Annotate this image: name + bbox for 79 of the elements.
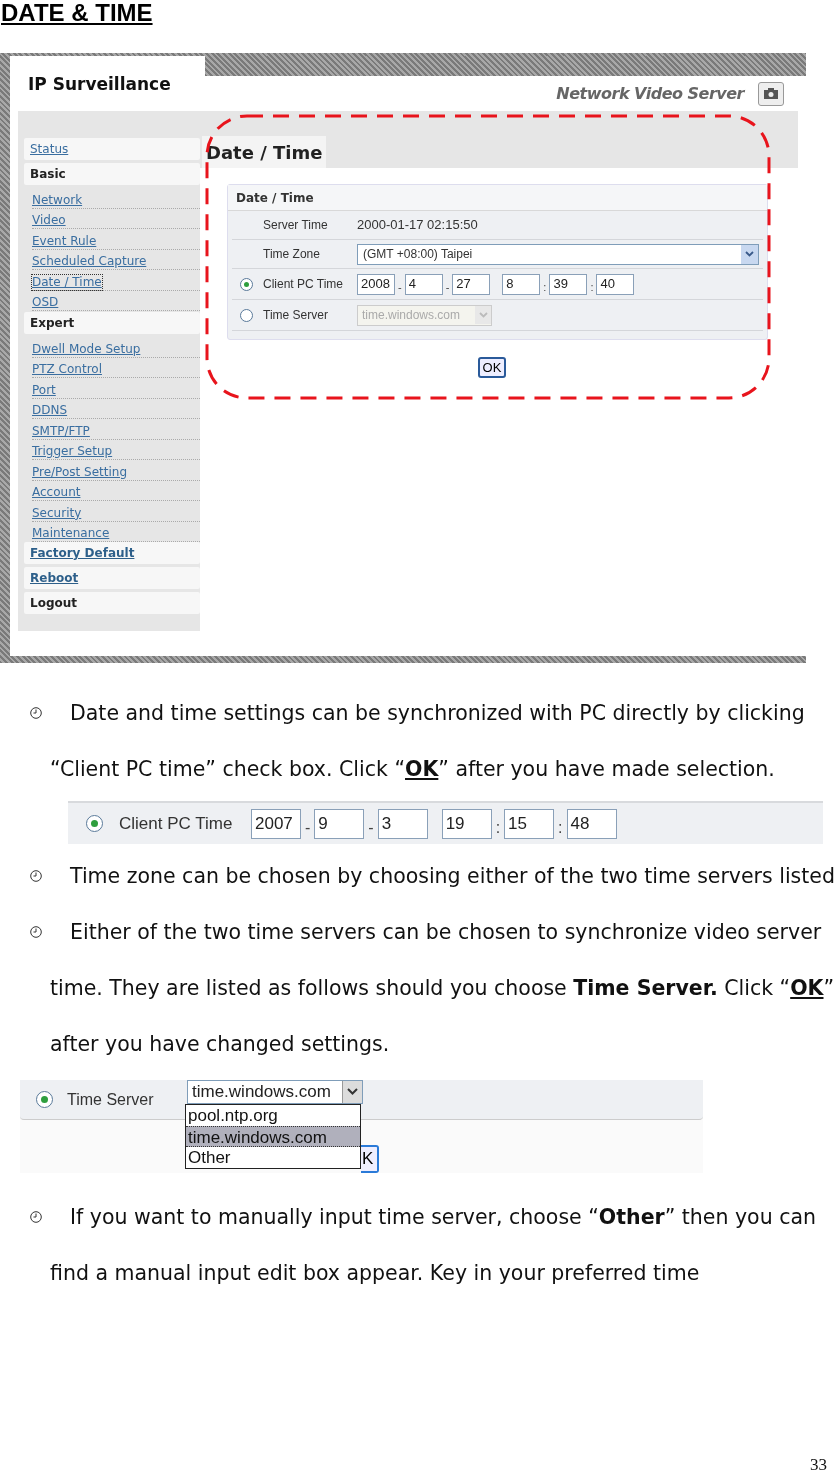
ok-button[interactable]: K [361, 1145, 380, 1173]
page-heading: DATE & TIME [0, 0, 153, 26]
time-input[interactable]: 2008 [357, 273, 395, 295]
product-name: Network Video Server [556, 82, 744, 105]
time-input[interactable]: 8 [502, 273, 541, 295]
bullet-paragraph: If you want to manually input time server, choose “Other” then you can find a manual input edit box appear. Key in your preferred time [50, 1204, 817, 1287]
menu-link[interactable]: SMTP/FTP [32, 423, 90, 439]
time-server-select[interactable]: time.windows.com [187, 1079, 363, 1104]
menu-link[interactable]: Pre/Post Setting [32, 464, 127, 480]
menu-link[interactable]: DDNS [32, 403, 68, 418]
time-input[interactable]: 48 [566, 808, 617, 839]
section-title: Date / Time [236, 189, 314, 207]
snapshot-button[interactable] [758, 81, 784, 106]
separator: - [368, 817, 374, 838]
menu-link[interactable]: Port [32, 382, 56, 398]
menu-header[interactable]: Expert [24, 312, 200, 334]
menu-item[interactable]: Reboot [24, 567, 200, 589]
menu-header[interactable]: Basic [24, 163, 200, 185]
menu-link[interactable]: Security [32, 505, 82, 521]
radio-label: Time Server [67, 1089, 155, 1110]
time-input[interactable]: 19 [441, 808, 492, 839]
dropdown-option[interactable]: time.windows.com [186, 1126, 360, 1147]
chevron-down-icon [478, 312, 488, 318]
time-input[interactable]: 40 [596, 273, 635, 295]
radio-button[interactable] [240, 308, 253, 322]
page-number: 33 [810, 1453, 827, 1476]
separator: - [445, 279, 450, 295]
separator: - [305, 817, 311, 838]
menu-link[interactable]: Event Rule [32, 233, 97, 249]
radio-label: Client PC Time [119, 812, 234, 835]
menu-link[interactable]: PTZ Control [32, 362, 102, 377]
time-zone-select[interactable]: (GMT +08:00) Taipei [357, 243, 759, 265]
menu-link[interactable]: Account [32, 485, 81, 500]
brand-title: IP Surveillance [28, 74, 171, 94]
separator: - [398, 279, 402, 295]
dropdown-option[interactable]: pool.ntp.org [186, 1105, 360, 1126]
time-input[interactable]: 27 [452, 273, 491, 295]
dropdown-option[interactable]: Other [186, 1147, 360, 1168]
time-input[interactable]: 9 [314, 808, 365, 839]
clock-icon [30, 870, 42, 882]
time-input[interactable]: 3 [377, 808, 428, 839]
bullet-paragraph: Either of the two time servers can be chosen to synchronize video server time. They are listed as follows should you choose Time Server. Click “OK” after you have changed settings. [50, 919, 836, 1058]
chevron-down-icon [347, 1088, 358, 1095]
menu-link[interactable]: Video [32, 213, 66, 228]
menu-link[interactable]: Dwell Mode Setup [32, 341, 141, 357]
time-input[interactable]: 15 [504, 808, 555, 839]
separator: : [543, 279, 547, 295]
field-label: Server Time [263, 217, 329, 234]
radio-button[interactable] [240, 277, 253, 291]
clock-icon [30, 926, 42, 938]
clock-icon [30, 1211, 42, 1223]
separator: : [590, 279, 594, 295]
radio-button[interactable] [36, 1091, 53, 1108]
page-tab[interactable]: Date / Time [202, 136, 327, 168]
menu-link[interactable]: Trigger Setup [32, 444, 113, 459]
ok-button[interactable]: OK [477, 357, 507, 378]
radio-button[interactable] [86, 815, 103, 832]
menu-item[interactable]: Status [24, 138, 200, 160]
menu-link[interactable]: Scheduled Capture [32, 254, 147, 269]
separator: : [495, 817, 501, 838]
radio-label: Client PC Time [263, 276, 345, 293]
camera-icon [763, 87, 779, 100]
time-input[interactable]: 4 [404, 273, 443, 295]
menu-link[interactable]: Network [32, 192, 83, 208]
bullet-paragraph: Date and time settings can be synchronized with PC directly by clicking “Client PC time” check box. Click “OK” after you have made selection. [50, 700, 806, 783]
menu-header[interactable]: Logout [24, 592, 200, 614]
bullet-paragraph: Time zone can be chosen by choosing either of the two time servers listed [69, 863, 836, 890]
time-input[interactable]: 2007 [251, 808, 301, 839]
separator: : [558, 817, 563, 838]
chevron-down-icon [745, 251, 754, 257]
field-label: Time Zone [263, 246, 321, 263]
menu-item[interactable]: Factory Default [24, 542, 200, 564]
radio-label: Time Server [263, 307, 329, 324]
menu-link[interactable]: Maintenance [32, 526, 110, 541]
time-input[interactable]: 39 [549, 273, 588, 295]
server-time-value: 2000-01-17 02:15:50 [357, 216, 478, 235]
clock-icon [30, 707, 42, 719]
menu-link[interactable]: OSD [32, 295, 59, 310]
menu-link[interactable]: Date / Time [32, 274, 102, 290]
